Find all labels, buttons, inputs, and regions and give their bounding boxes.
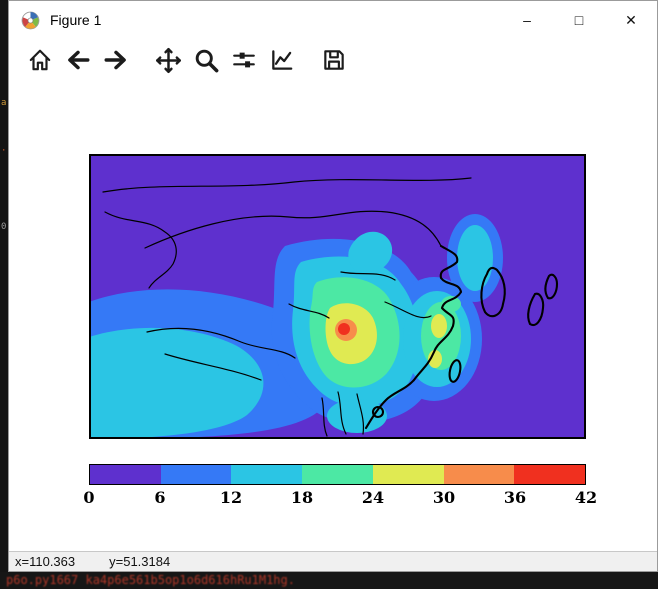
colorbar-tick-label: 6 [154, 488, 165, 507]
colorbar-segment [444, 465, 515, 484]
cursor-y-readout: y=51.3184 [109, 554, 170, 569]
background-editor-strip: a · 0 [0, 0, 8, 572]
forward-arrow-icon [103, 47, 129, 73]
window-controls: – □ ✕ [501, 1, 657, 39]
colorbar [89, 464, 586, 485]
contour-map [89, 154, 586, 439]
colorbar-tick-label: 42 [575, 488, 597, 507]
matplotlib-icon [21, 11, 40, 30]
titlebar: Figure 1 – □ ✕ [9, 1, 657, 39]
figure-toolbar [9, 39, 657, 81]
colorbar-segment [231, 465, 302, 484]
pan-icon [155, 47, 182, 74]
close-button[interactable]: ✕ [605, 1, 657, 39]
zoom-button[interactable] [191, 45, 221, 75]
colorbar-segment [90, 465, 161, 484]
window-title: Figure 1 [50, 12, 101, 28]
colorbar-ticks: 06121824303642 [89, 488, 586, 510]
background-terminal: p6o.py1667 ka4p6e561b5op1o6d616hRu1M1hg. [0, 572, 658, 589]
home-button[interactable] [25, 45, 55, 75]
maximize-button[interactable]: □ [553, 1, 605, 39]
colorbar-segment [302, 465, 373, 484]
back-arrow-icon [65, 47, 91, 73]
save-icon [321, 47, 347, 73]
colorbar-tick-label: 30 [433, 488, 455, 507]
customize-plot-icon [269, 47, 295, 73]
figure-window: Figure 1 – □ ✕ [8, 0, 658, 572]
terminal-text: p6o.py1667 ka4p6e561b5op1o6d616hRu1M1hg. [0, 572, 658, 589]
background-glyph: 0 [1, 222, 6, 232]
cursor-x-readout: x=110.363 [15, 554, 75, 569]
customize-button[interactable] [267, 45, 297, 75]
back-button[interactable] [63, 45, 93, 75]
colorbar-segment [161, 465, 232, 484]
save-button[interactable] [319, 45, 349, 75]
background-glyph: a [1, 98, 6, 108]
pan-button[interactable] [153, 45, 183, 75]
home-icon [27, 47, 53, 73]
colorbar-tick-label: 36 [504, 488, 526, 507]
zoom-icon [193, 47, 220, 74]
statusbar: x=110.363 y=51.3184 [9, 551, 657, 571]
colorbar-segment [373, 465, 444, 484]
subplots-button[interactable] [229, 45, 259, 75]
colorbar-tick-label: 18 [291, 488, 313, 507]
minimize-button[interactable]: – [501, 1, 553, 39]
colorbar-tick-label: 24 [362, 488, 384, 507]
figure-canvas[interactable]: 0 6 12 18 24 30 36 42 [9, 81, 657, 551]
map-axes[interactable] [89, 154, 586, 439]
colorbar-tick-label: 0 [83, 488, 94, 507]
forward-button[interactable] [101, 45, 131, 75]
subplots-icon [231, 47, 257, 73]
colorbar-tick-label: 12 [220, 488, 242, 507]
colorbar-segment [514, 465, 585, 484]
background-glyph: · [1, 146, 6, 156]
